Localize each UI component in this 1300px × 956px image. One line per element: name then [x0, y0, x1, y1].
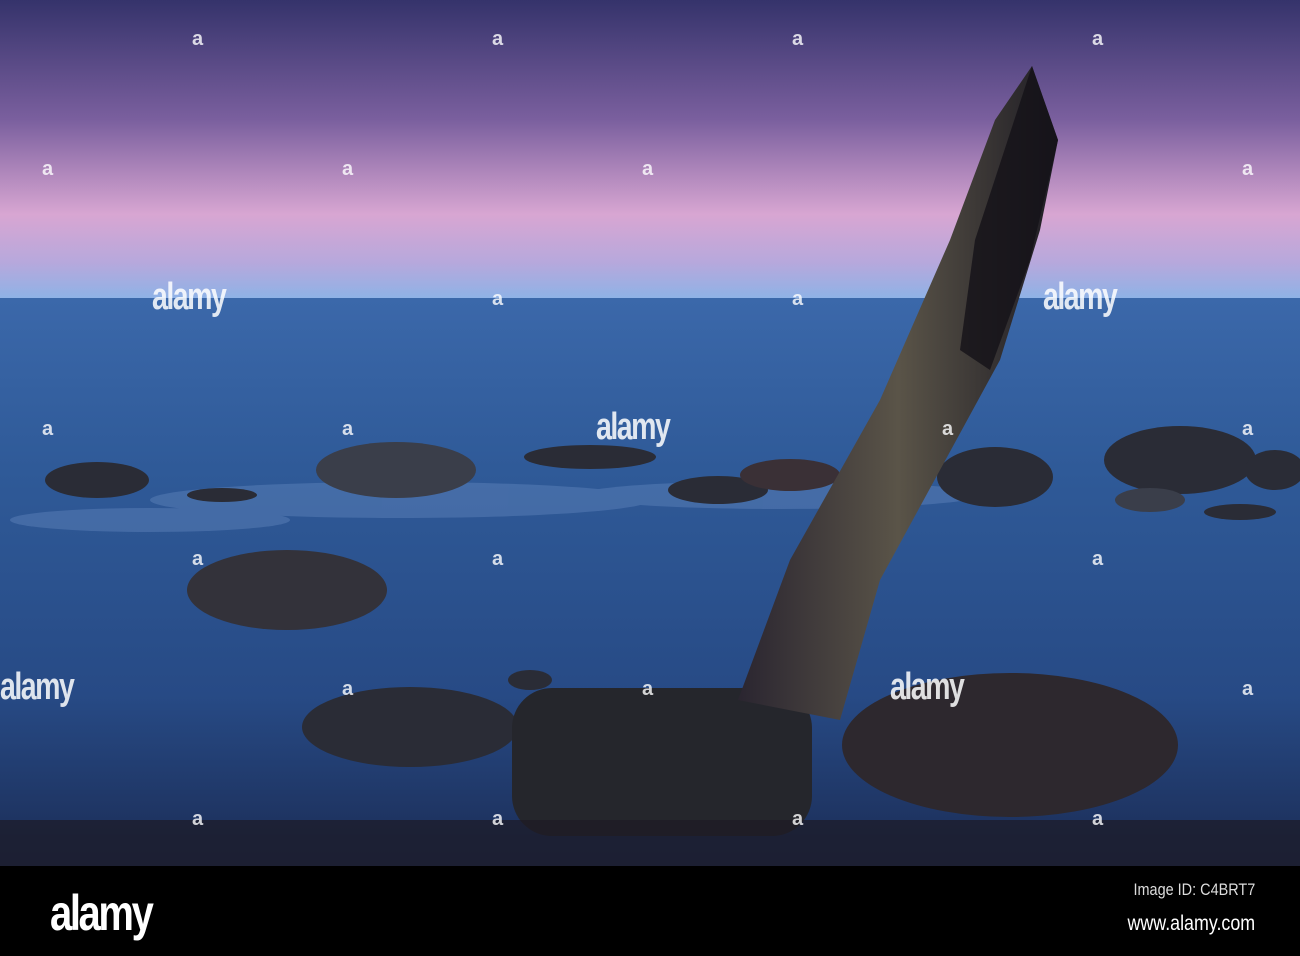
watermark-mark: a [492, 548, 504, 570]
alamy-logo: alamy [50, 885, 154, 941]
watermark-mark: a [1242, 158, 1254, 180]
watermark-mark: a [192, 808, 204, 830]
footer-bar: alamy Image ID: C4BRT7 www.alamy.com [0, 866, 1300, 956]
image-id: Image ID: C4BRT7 [1133, 880, 1255, 899]
watermark-mark: a [492, 28, 504, 50]
watermark-text: alamy [890, 666, 965, 708]
watermark-mark: a [792, 28, 804, 50]
watermark-text: alamy [0, 666, 75, 708]
stock-photo: alamy alamy alamy alamy alamy a a a a a … [0, 0, 1300, 956]
watermark-mark: a [1092, 548, 1104, 570]
watermark-mark: a [642, 678, 654, 700]
watermark-mark: a [42, 158, 54, 180]
website-link[interactable]: www.alamy.com [1127, 912, 1255, 936]
watermark-mark: a [492, 288, 504, 310]
watermark-text: alamy [1043, 276, 1118, 318]
watermark-text: alamy [152, 276, 227, 318]
watermark-mark: a [1242, 678, 1254, 700]
watermark-mark: a [942, 418, 954, 440]
watermark-mark: a [1092, 28, 1104, 50]
watermark-mark: a [792, 288, 804, 310]
watermark-mark: a [192, 548, 204, 570]
watermark-mark: a [342, 158, 354, 180]
watermark-mark: a [42, 418, 54, 440]
watermark-mark: a [1242, 418, 1254, 440]
watermark-mark: a [192, 28, 204, 50]
watermark-mark: a [1092, 808, 1104, 830]
watermark-mark: a [492, 808, 504, 830]
watermark-mark: a [642, 158, 654, 180]
watermark-mark: a [792, 808, 804, 830]
watermark-mark: a [342, 678, 354, 700]
watermark-text: alamy [596, 406, 671, 448]
watermark-mark: a [342, 418, 354, 440]
